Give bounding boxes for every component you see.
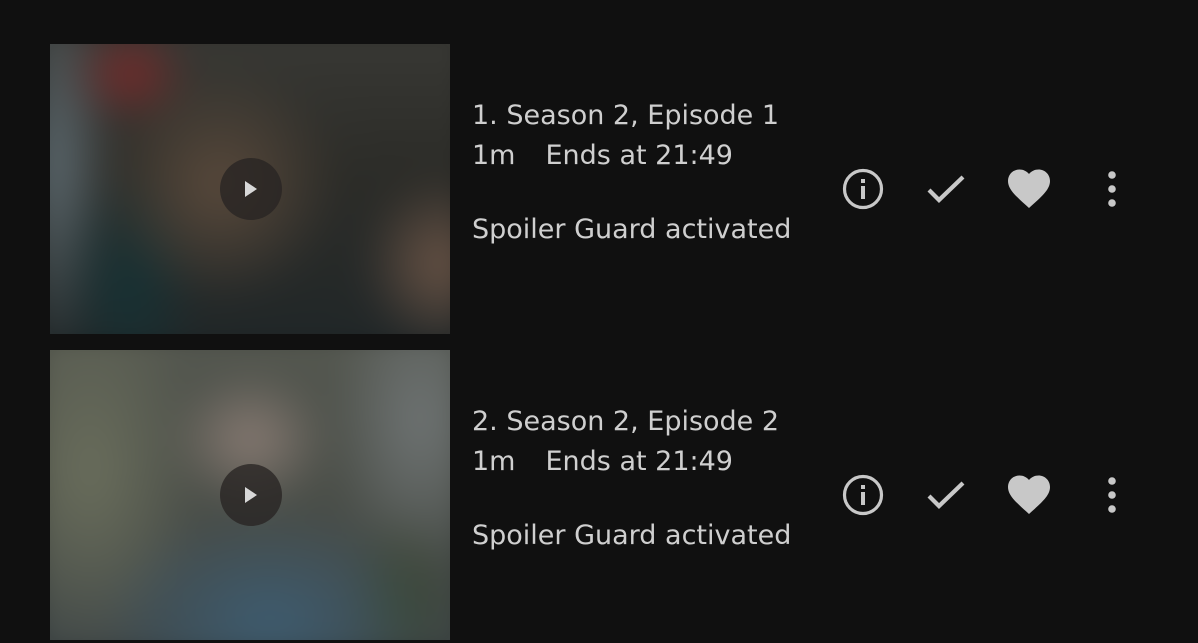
more-options-button[interactable] (1089, 166, 1135, 212)
more-vertical-icon (1108, 171, 1116, 207)
more-vertical-icon (1108, 477, 1116, 513)
mark-played-button[interactable] (923, 472, 969, 518)
info-button[interactable] (840, 472, 886, 518)
end-time: Ends at 21:49 (545, 446, 733, 477)
episode-actions (840, 472, 1135, 518)
check-icon (927, 175, 965, 203)
episode-actions (840, 166, 1135, 212)
heart-icon (1008, 475, 1050, 514)
episode-info: 2. Season 2, Episode 2 1m Ends at 21:49 S… (472, 406, 832, 552)
info-icon (842, 474, 884, 516)
end-time: Ends at 21:49 (545, 140, 733, 171)
mark-played-button[interactable] (923, 166, 969, 212)
episode-title[interactable]: 1. Season 2, Episode 1 (472, 100, 832, 132)
runtime: 1m (472, 446, 516, 477)
check-icon (927, 481, 965, 509)
info-button[interactable] (840, 166, 886, 212)
play-button[interactable] (220, 158, 282, 220)
episode-details: 1m Ends at 21:49 (472, 446, 832, 478)
list-item: 2. Season 2, Episode 2 1m Ends at 21:49 S… (50, 350, 1150, 640)
episode-thumbnail[interactable] (50, 350, 450, 640)
episode-overview: Spoiler Guard activated (472, 520, 792, 551)
more-options-button[interactable] (1089, 472, 1135, 518)
episode-list: 1. Season 2, Episode 1 1m Ends at 21:49 S… (0, 0, 1198, 643)
play-icon (245, 487, 257, 503)
runtime: 1m (472, 140, 516, 171)
favorite-button[interactable] (1006, 472, 1052, 518)
episode-details: 1m Ends at 21:49 (472, 140, 832, 172)
episode-info: 1. Season 2, Episode 1 1m Ends at 21:49 S… (472, 100, 832, 246)
favorite-button[interactable] (1006, 166, 1052, 212)
info-icon (842, 168, 884, 210)
play-button[interactable] (220, 464, 282, 526)
episode-thumbnail[interactable] (50, 44, 450, 334)
play-icon (245, 181, 257, 197)
episode-overview: Spoiler Guard activated (472, 214, 792, 245)
list-item: 1. Season 2, Episode 1 1m Ends at 21:49 S… (50, 44, 1150, 334)
episode-title[interactable]: 2. Season 2, Episode 2 (472, 406, 832, 438)
heart-icon (1008, 169, 1050, 208)
